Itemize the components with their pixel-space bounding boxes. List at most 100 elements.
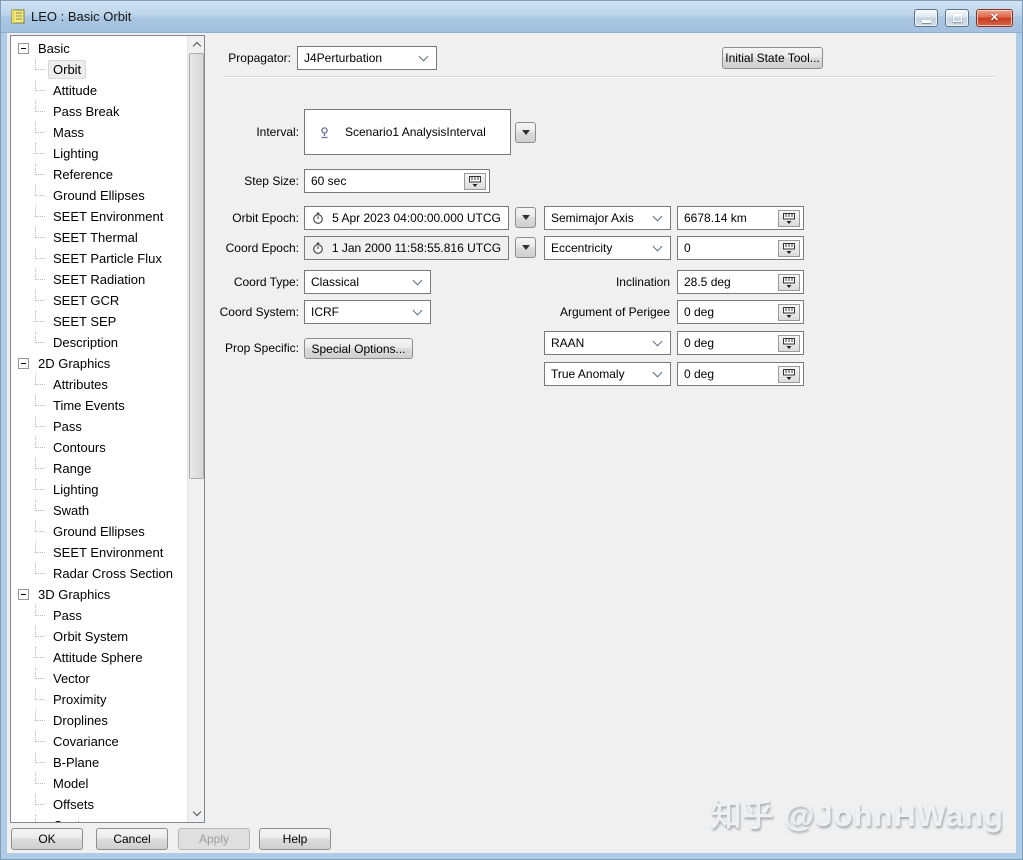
tree-item-vector[interactable]: Vector — [11, 668, 187, 689]
tree-item-label[interactable]: Radar Cross Section — [48, 564, 178, 583]
apply-button[interactable]: Apply — [178, 828, 250, 850]
tree-scrollbar[interactable] — [187, 36, 204, 822]
minimize-button[interactable] — [914, 9, 938, 27]
argument-of-perigee-field[interactable] — [677, 300, 804, 324]
tree-item-model[interactable]: Model — [11, 773, 187, 794]
element-selector-eccentricity[interactable]: Eccentricity — [544, 236, 671, 260]
tree-item-label[interactable]: SEET SEP — [48, 312, 121, 331]
tree-item-pass-break[interactable]: Pass Break — [11, 101, 187, 122]
tree-item-label[interactable]: Description — [48, 333, 123, 352]
tree-item-label[interactable]: Proximity — [48, 690, 111, 709]
cancel-button[interactable]: Cancel — [96, 828, 168, 850]
tree-item-pass[interactable]: Pass — [11, 605, 187, 626]
unit-chooser-button[interactable] — [778, 210, 800, 227]
collapse-expander-icon[interactable] — [18, 43, 29, 54]
tree-item-offsets[interactable]: Offsets — [11, 794, 187, 815]
collapse-expander-icon[interactable] — [18, 358, 29, 369]
tree-item-label[interactable]: Offsets — [48, 795, 99, 814]
scroll-down-arrow-icon[interactable] — [188, 805, 204, 822]
tree-item-label[interactable]: Lighting — [48, 480, 104, 499]
coord-epoch-dropdown-button[interactable] — [515, 237, 536, 258]
step-size-input[interactable] — [305, 170, 489, 192]
tree-item-label[interactable]: Pass Break — [48, 102, 124, 121]
tree-item-seet-environment[interactable]: SEET Environment — [11, 542, 187, 563]
tree-item-ground-ellipses[interactable]: Ground Ellipses — [11, 521, 187, 542]
semimajor-axis-field[interactable] — [677, 206, 804, 230]
tree-item-label[interactable]: 3D Graphics — [33, 585, 115, 604]
tree-item-swath[interactable]: Swath — [11, 500, 187, 521]
tree-item-label[interactable]: Range — [48, 459, 96, 478]
tree-item-contours[interactable]: Contours — [11, 815, 187, 822]
maximize-button[interactable] — [945, 9, 969, 27]
propagator-dropdown[interactable]: J4Perturbation — [297, 46, 437, 70]
tree-item-pass[interactable]: Pass — [11, 416, 187, 437]
tree-item-label[interactable]: Orbit — [48, 60, 87, 79]
close-button[interactable]: ✕ — [976, 9, 1013, 27]
tree-item-label[interactable]: Model — [48, 774, 93, 793]
tree-item-label[interactable]: Orbit System — [48, 627, 133, 646]
tree-item-label[interactable]: B-Plane — [48, 753, 104, 772]
tree-item-label[interactable]: Pass — [48, 417, 87, 436]
tree-item-label[interactable]: Pass — [48, 606, 87, 625]
tree-item-attitude-sphere[interactable]: Attitude Sphere — [11, 647, 187, 668]
tree-item-attitude[interactable]: Attitude — [11, 80, 187, 101]
tree-item-label[interactable]: Attributes — [48, 375, 113, 394]
tree-item-range[interactable]: Range — [11, 458, 187, 479]
interval-dropdown-button[interactable] — [515, 122, 536, 143]
tree-item-contours[interactable]: Contours — [11, 437, 187, 458]
tree-item-proximity[interactable]: Proximity — [11, 689, 187, 710]
tree-item-label[interactable]: Vector — [48, 669, 95, 688]
unit-chooser-button[interactable] — [778, 366, 800, 383]
orbit-epoch-dropdown-button[interactable] — [515, 207, 536, 228]
coord-epoch-field[interactable]: 1 Jan 2000 11:58:55.816 UTCG — [304, 236, 509, 260]
unit-chooser-button[interactable] — [778, 304, 800, 321]
eccentricity-field[interactable] — [677, 236, 804, 260]
tree-item-label[interactable]: SEET Thermal — [48, 228, 143, 247]
tree-item-label[interactable]: Contours — [48, 438, 111, 457]
tree-item-lighting[interactable]: Lighting — [11, 479, 187, 500]
tree-item-label[interactable]: Ground Ellipses — [48, 522, 150, 541]
tree-item-label[interactable]: SEET GCR — [48, 291, 124, 310]
tree-item-label[interactable]: Reference — [48, 165, 118, 184]
orbit-epoch-field[interactable]: 5 Apr 2023 04:00:00.000 UTCG — [304, 206, 509, 230]
element-selector-semimajor-axis[interactable]: Semimajor Axis — [544, 206, 671, 230]
tree-item-label[interactable]: Covariance — [48, 732, 124, 751]
special-options-button[interactable]: Special Options... — [304, 338, 413, 359]
step-size-field[interactable] — [304, 169, 490, 193]
tree-item-orbit-system[interactable]: Orbit System — [11, 626, 187, 647]
tree-item-label[interactable]: SEET Radiation — [48, 270, 150, 289]
tree-item-label[interactable]: Basic — [33, 39, 75, 58]
help-button[interactable]: Help — [259, 828, 331, 850]
coord-type-dropdown[interactable]: Classical — [304, 270, 431, 294]
tree-item-3d-graphics[interactable]: 3D Graphics — [11, 584, 187, 605]
tree-item-label[interactable]: Contours — [48, 816, 111, 822]
tree-item-radar-cross-section[interactable]: Radar Cross Section — [11, 563, 187, 584]
unit-chooser-button[interactable] — [778, 240, 800, 257]
element-selector-raan[interactable]: RAAN — [544, 331, 671, 355]
interval-field[interactable]: Scenario1 AnalysisInterval — [304, 109, 511, 155]
tree-item-attributes[interactable]: Attributes — [11, 374, 187, 395]
tree-item-label[interactable]: SEET Environment — [48, 543, 168, 562]
tree-item-label[interactable]: Lighting — [48, 144, 104, 163]
tree-item-droplines[interactable]: Droplines — [11, 710, 187, 731]
collapse-expander-icon[interactable] — [18, 589, 29, 600]
tree-item-lighting[interactable]: Lighting — [11, 143, 187, 164]
tree-item-label[interactable]: Attitude Sphere — [48, 648, 148, 667]
tree-item-label[interactable]: Attitude — [48, 81, 102, 100]
tree-item-label[interactable]: Droplines — [48, 711, 113, 730]
tree-item-time-events[interactable]: Time Events — [11, 395, 187, 416]
titlebar[interactable]: LEO : Basic Orbit ✕ — [1, 1, 1022, 33]
tree-item-b-plane[interactable]: B-Plane — [11, 752, 187, 773]
tree-item-label[interactable]: Mass — [48, 123, 89, 142]
coord-system-dropdown[interactable]: ICRF — [304, 300, 431, 324]
unit-chooser-button[interactable] — [778, 274, 800, 291]
raan-field[interactable] — [677, 331, 804, 355]
tree-item-label[interactable]: 2D Graphics — [33, 354, 115, 373]
unit-chooser-button[interactable] — [778, 335, 800, 352]
initial-state-tool-button[interactable]: Initial State Tool... — [722, 47, 823, 69]
inclination-field[interactable] — [677, 270, 804, 294]
tree-item-label[interactable]: Time Events — [48, 396, 130, 415]
element-selector-true-anomaly[interactable]: True Anomaly — [544, 362, 671, 386]
unit-chooser-button[interactable] — [464, 173, 486, 190]
true-anomaly-field[interactable] — [677, 362, 804, 386]
